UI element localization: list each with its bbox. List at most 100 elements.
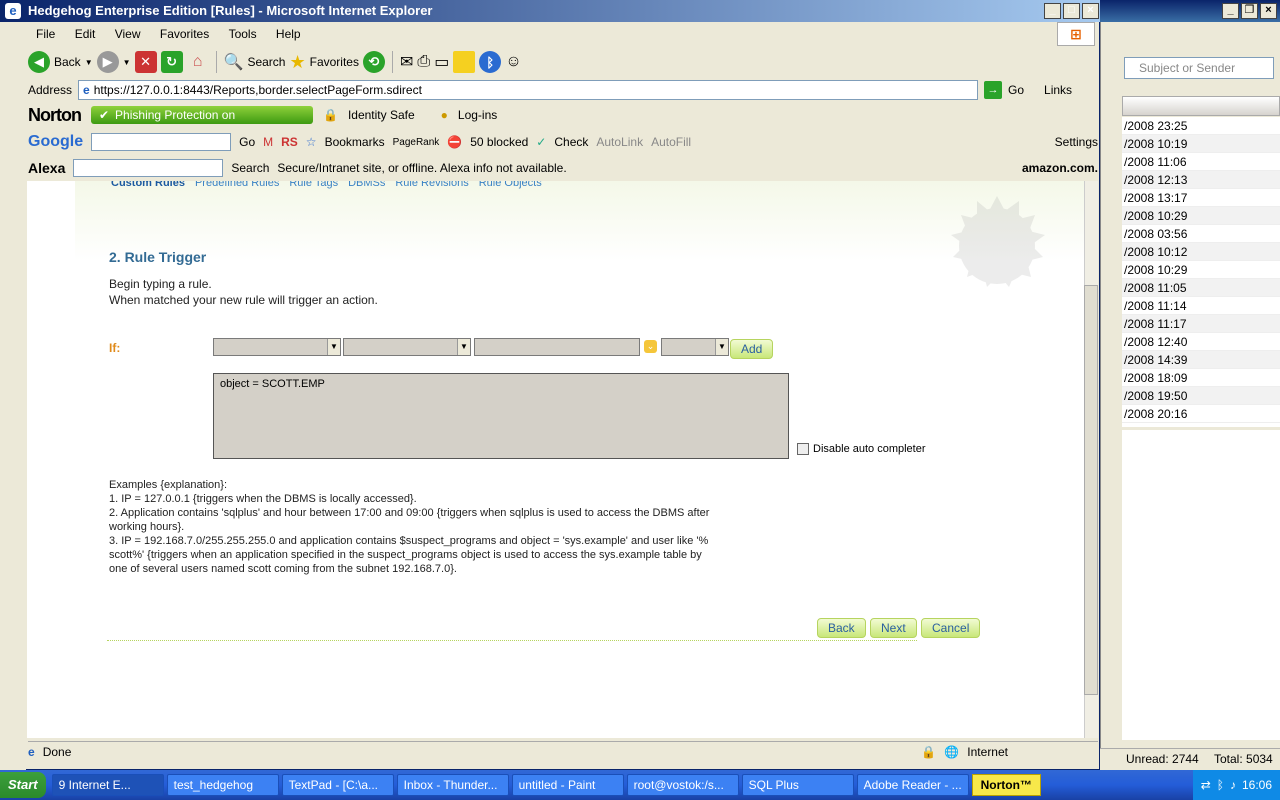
back-page-button[interactable]: Back [817,618,866,638]
go-button[interactable]: Go [1008,83,1024,97]
task-textpad[interactable]: TextPad - [C:\a... [281,774,394,796]
amazon-logo[interactable]: amazon.com. [1022,161,1098,175]
history-icon[interactable]: ⟲ [362,51,385,73]
mail-list-row[interactable]: /2008 10:12 [1122,243,1280,261]
tab-rule-objects[interactable]: Rule Objects [479,181,542,189]
close-icon[interactable]: × [1082,3,1099,19]
favorites-button[interactable]: Favorites [310,55,359,69]
volume-icon[interactable]: ♪ [1230,778,1236,792]
rule-operator-select[interactable]: ▼ [343,338,471,356]
alexa-search-button[interactable]: Search [231,161,269,175]
menu-file[interactable]: File [36,27,55,41]
search-button[interactable]: Search [247,55,285,69]
disable-autocompleter-checkbox[interactable] [797,443,809,455]
login-button[interactable]: Log-ins [458,108,497,122]
mail-list-row[interactable]: /2008 10:29 [1122,261,1280,279]
refresh-icon[interactable]: ↻ [160,51,183,73]
edit-icon[interactable]: ▭ [434,52,449,72]
next-button[interactable]: Next [870,618,917,638]
autolink-button[interactable]: AutoLink [596,135,643,149]
mail-list-row[interactable]: /2008 11:14 [1122,297,1280,315]
identity-safe-button[interactable]: Identity Safe [348,108,415,122]
mail-list-row[interactable]: /2008 20:16 [1122,405,1280,423]
mail-list[interactable]: /2008 23:25/2008 10:19/2008 11:06/2008 1… [1122,117,1280,427]
menu-help[interactable]: Help [276,27,301,41]
mail-list-row[interactable]: /2008 10:29 [1122,207,1280,225]
menu-tools[interactable]: Tools [229,27,257,41]
task-test-hedgehog[interactable]: test_hedgehog [166,774,279,796]
dropdown-icon[interactable]: ▼ [85,58,93,67]
network-icon[interactable]: ⇄ [1201,778,1211,792]
gmail-icon[interactable]: M [263,135,273,149]
close-icon[interactable]: × [1260,3,1277,19]
norton-tray-button[interactable]: Norton™ [971,774,1041,796]
bluetooth-icon[interactable]: ᛒ [1217,778,1224,792]
mail-search-input[interactable]: Subject or Sender [1124,57,1274,79]
back-arrow-icon[interactable]: ◀ [28,51,50,73]
menu-view[interactable]: View [115,27,141,41]
menu-edit[interactable]: Edit [75,27,96,41]
tab-rule-revisions[interactable]: Rule Revisions [395,181,468,189]
mail-list-row[interactable]: /2008 13:17 [1122,189,1280,207]
operator-icon[interactable]: ⌄ [644,340,657,353]
task-adobe-reader[interactable]: Adobe Reader - ... [856,774,969,796]
rs-icon[interactable]: RS [281,135,298,149]
scrollbar-thumb[interactable] [1084,285,1098,695]
maximize-icon[interactable]: □ [1063,3,1080,19]
notes-icon[interactable] [453,51,476,73]
google-search-input[interactable] [91,133,232,151]
print-icon[interactable]: ⎙ [417,53,430,71]
mail-list-row[interactable]: /2008 19:50 [1122,387,1280,405]
tab-predefined-rules[interactable]: Predefined Rules [195,181,279,189]
dropdown-icon[interactable]: ▼ [123,58,131,67]
bookmarks-button[interactable]: Bookmarks [325,135,385,149]
mail-list-row[interactable]: /2008 12:40 [1122,333,1280,351]
favorites-star-icon[interactable]: ★ [289,52,305,73]
mail-list-row[interactable]: /2008 11:17 [1122,315,1280,333]
mail-list-row[interactable]: /2008 03:56 [1122,225,1280,243]
phishing-protection-button[interactable]: ✔ Phishing Protection on [90,106,313,124]
restore-icon[interactable]: ❐ [1241,3,1258,19]
rule-connector-select[interactable]: ▼ [661,338,729,356]
start-button[interactable]: Start [0,772,46,798]
mail-list-row[interactable]: /2008 11:06 [1122,153,1280,171]
forward-arrow-icon[interactable]: ▶ [96,51,119,73]
task-thunderbird[interactable]: Inbox - Thunder... [396,774,509,796]
back-button[interactable]: Back [54,55,81,69]
task-sql-plus[interactable]: SQL Plus [741,774,854,796]
minimize-icon[interactable]: _ [1044,3,1061,19]
tab-dbmss[interactable]: DBMSs [348,181,385,189]
search-icon[interactable]: 🔍 [224,52,244,72]
home-icon[interactable]: ⌂ [187,51,209,73]
mail-list-row[interactable]: /2008 23:25 [1122,117,1280,135]
messenger-icon[interactable]: ☺ [505,53,521,71]
rule-field-select[interactable]: ▼ [213,338,341,356]
mail-icon[interactable]: ✉ [400,52,413,72]
task-paint[interactable]: untitled - Paint [511,774,624,796]
mail-list-row[interactable]: /2008 18:09 [1122,369,1280,387]
go-arrow-icon[interactable]: → [984,81,1003,99]
minimize-icon[interactable]: _ [1222,3,1239,19]
rule-textarea[interactable]: object = SCOTT.EMP [213,373,789,459]
mail-list-row[interactable]: /2008 10:19 [1122,135,1280,153]
settings-button[interactable]: Settings [1055,135,1098,149]
add-button[interactable]: Add [730,339,774,359]
cancel-button[interactable]: Cancel [921,618,981,638]
mail-list-row[interactable]: /2008 12:13 [1122,171,1280,189]
address-input[interactable]: e https://127.0.0.1:8443/Reports,border.… [78,80,979,100]
mail-list-row[interactable]: /2008 14:39 [1122,351,1280,369]
rule-value-input[interactable] [474,338,640,356]
task-internet-explorer[interactable]: 9 Internet E... [51,774,164,796]
menu-favorites[interactable]: Favorites [160,27,209,41]
google-go-button[interactable]: Go [239,135,255,149]
links-button[interactable]: Links [1044,83,1072,97]
bookmarks-star-icon[interactable]: ☆ [306,135,317,149]
check-button[interactable]: Check [554,135,588,149]
tab-custom-rules[interactable]: Custom Rules [111,181,185,189]
mail-list-row[interactable]: /2008 11:05 [1122,279,1280,297]
tab-rule-tags[interactable]: Rule Tags [289,181,338,189]
stop-icon[interactable]: ✕ [134,51,157,73]
autofill-button[interactable]: AutoFill [651,135,691,149]
task-terminal[interactable]: root@vostok:/s... [626,774,739,796]
bluetooth-icon[interactable]: ᛒ [479,51,502,73]
